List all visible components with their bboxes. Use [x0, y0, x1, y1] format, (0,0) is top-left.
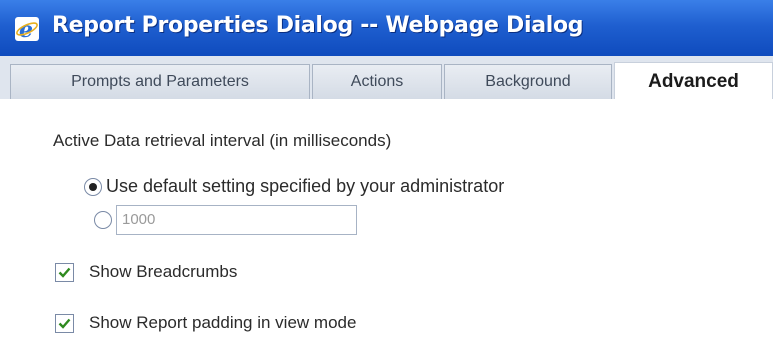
tab-label: Prompts and Parameters	[71, 73, 249, 90]
custom-interval-input[interactable]: 1000	[116, 205, 357, 235]
tab-background[interactable]: Background	[444, 64, 612, 99]
title-bar: e Report Properties Dialog -- Webpage Di…	[0, 0, 773, 56]
tab-advanced[interactable]: Advanced	[614, 62, 773, 100]
window-title: Report Properties Dialog -- Webpage Dial…	[52, 13, 584, 38]
show-padding-label: Show Report padding in view mode	[89, 313, 357, 332]
custom-interval-radio[interactable]	[94, 211, 112, 229]
tab-label: Advanced	[648, 71, 739, 92]
default-setting-radio[interactable]	[84, 178, 102, 196]
advanced-panel: Active Data retrieval interval (in milli…	[0, 99, 773, 349]
show-breadcrumbs-checkbox[interactable]	[55, 263, 74, 282]
tab-label: Actions	[350, 73, 404, 90]
radio-selected-dot	[89, 183, 97, 191]
svg-text:e: e	[19, 17, 33, 41]
internet-explorer-icon: e	[15, 17, 39, 43]
interval-label: Active Data retrieval interval (in milli…	[53, 131, 392, 150]
check-icon	[58, 318, 71, 329]
check-icon	[58, 267, 71, 278]
tab-prompts-and-parameters[interactable]: Prompts and Parameters	[10, 64, 310, 99]
show-padding-checkbox[interactable]	[55, 314, 74, 333]
default-setting-label: Use default setting specified by your ad…	[106, 176, 505, 196]
tab-label: Background	[485, 73, 571, 90]
show-breadcrumbs-label: Show Breadcrumbs	[89, 262, 238, 281]
tab-actions[interactable]: Actions	[312, 64, 442, 99]
tab-strip: Prompts and Parameters Actions Backgroun…	[0, 56, 773, 100]
